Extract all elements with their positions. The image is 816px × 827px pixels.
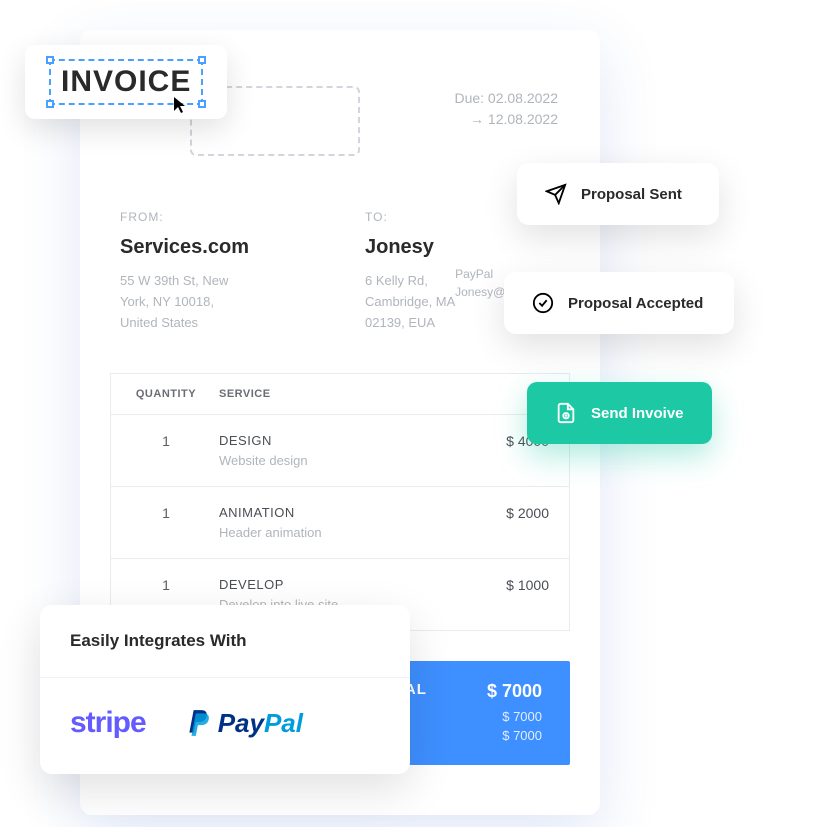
subtotal: $ 7000 — [487, 708, 542, 726]
item-price: $ 2000 — [439, 505, 549, 521]
table-row: 1 DESIGN Website design $ 4000 — [111, 415, 569, 487]
service-desc: Website design — [219, 453, 439, 468]
service-desc: Header animation — [219, 525, 439, 540]
send-icon — [545, 183, 567, 205]
resize-handle[interactable] — [198, 100, 206, 108]
integrations-title: Easily Integrates With — [40, 605, 410, 678]
resize-handle[interactable] — [46, 56, 54, 64]
to-name: Jonesy — [365, 236, 560, 259]
resize-handle[interactable] — [46, 100, 54, 108]
proposal-accepted-card: Proposal Accepted — [504, 272, 734, 334]
items-table: QUANTITY SERVICE 1 DESIGN Website design… — [110, 373, 570, 631]
from-address: 55 W 39th St, New York, NY 10018, United… — [120, 271, 315, 333]
paypal-icon — [186, 708, 212, 738]
table-header: QUANTITY SERVICE — [111, 374, 569, 415]
due-dates: Due: 02.08.2022 → 12.08.2022 — [454, 88, 558, 130]
check-circle-icon — [532, 292, 554, 314]
invoice-file-icon — [555, 402, 577, 424]
send-invoice-label: Send Invoive — [591, 405, 684, 422]
due-extended: → 12.08.2022 — [454, 109, 558, 130]
header-service: SERVICE — [201, 388, 439, 400]
service-name: DEVELOP — [219, 577, 439, 592]
invoice-title-badge[interactable]: INVOICE — [25, 45, 227, 119]
header-quantity: QUANTITY — [131, 388, 201, 400]
resize-handle[interactable] — [198, 56, 206, 64]
from-name: Services.com — [120, 236, 315, 259]
stripe-logo: stripe — [70, 706, 146, 740]
send-invoice-button[interactable]: Send Invoive — [527, 382, 712, 444]
proposal-sent-text: Proposal Sent — [581, 186, 682, 203]
integrations-logos: stripe PayPal — [40, 678, 410, 774]
paypal-text: PayPal — [218, 708, 303, 739]
subtotal: $ 7000 — [487, 727, 542, 745]
item-price: $ 1000 — [439, 577, 549, 593]
proposal-sent-card: Proposal Sent — [517, 163, 719, 225]
proposal-accepted-text: Proposal Accepted — [568, 295, 703, 312]
from-block: FROM: Services.com 55 W 39th St, New Yor… — [120, 210, 315, 333]
service-name: DESIGN — [219, 433, 439, 448]
selection-box: INVOICE — [49, 59, 203, 105]
table-row: 1 ANIMATION Header animation $ 2000 — [111, 487, 569, 559]
service-name: ANIMATION — [219, 505, 439, 520]
paypal-logo: PayPal — [186, 708, 303, 739]
from-label: FROM: — [120, 210, 315, 224]
cursor-icon — [171, 95, 191, 115]
total-values: $ 7000 $ 7000 $ 7000 — [487, 681, 542, 744]
due-date: Due: 02.08.2022 — [454, 88, 558, 109]
invoice-title[interactable]: INVOICE — [61, 65, 191, 98]
total-main: $ 7000 — [487, 681, 542, 702]
integrations-card: Easily Integrates With stripe PayPal — [40, 605, 410, 774]
